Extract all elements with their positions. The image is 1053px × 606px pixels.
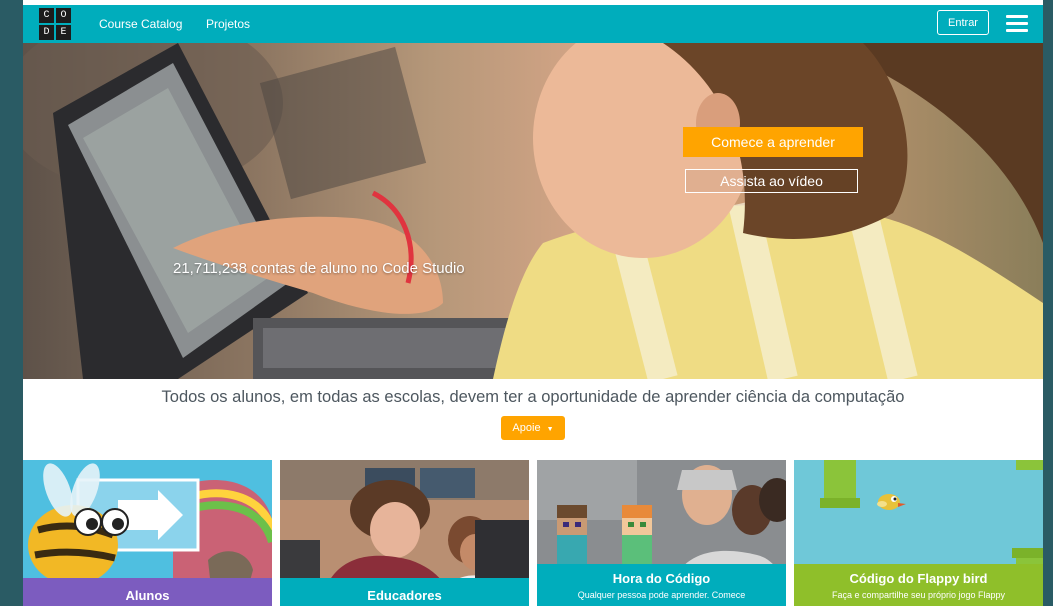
card-flappy-bird[interactable]: Código do Flappy bird Faça e compartilhe… [794,460,1043,606]
card-hora-do-codigo[interactable]: Hora do Código Qualquer pessoa pode apre… [537,460,786,606]
top-nav-bar: C O D E Course Catalog Projetos Entrar [23,5,1043,43]
code-org-logo[interactable]: C O D E [39,8,71,40]
card-educadores[interactable]: Educadores [280,460,529,606]
start-learning-button[interactable]: Comece a aprender [683,127,863,157]
hero-photo [23,43,1043,379]
card-subtitle-hora-do-codigo: Qualquer pessoa pode aprender. Comece [577,590,746,600]
card-title-flappy-bird: Código do Flappy bird [849,571,988,586]
hamburger-menu-icon[interactable] [1006,15,1028,33]
signin-button[interactable]: Entrar [937,10,989,35]
card-subtitle-flappy-bird: Faça e compartilhe seu próprio jogo Flap… [831,590,1006,600]
student-count-stat: 21,711,238 contas de aluno no Code Studi… [173,260,465,277]
caret-down-icon: ▼ [546,426,554,433]
card-title-alunos: Alunos [125,588,170,603]
card-title-educadores: Educadores [367,588,442,603]
nav-link-course-catalog[interactable]: Course Catalog [99,17,182,31]
page-frame: C O D E Course Catalog Projetos Entrar 2… [23,0,1043,606]
hero-banner: 21,711,238 contas de aluno no Code Studi… [23,43,1043,379]
logo-letter: O [56,8,71,23]
card-title-hora-do-codigo: Hora do Código [612,571,711,586]
nav-link-projetos[interactable]: Projetos [206,17,250,31]
mission-tagline: Todos os alunos, em todas as escolas, de… [161,388,905,406]
logo-letter: E [56,25,71,40]
logo-letter: D [39,25,54,40]
logo-letter: C [39,8,54,23]
support-button-label: Apoie [512,422,541,434]
support-dropdown-button[interactable]: Apoie ▼ [501,416,565,440]
card-alunos[interactable]: Alunos [23,460,272,606]
watch-video-button[interactable]: Assista ao vídeo [685,169,858,193]
